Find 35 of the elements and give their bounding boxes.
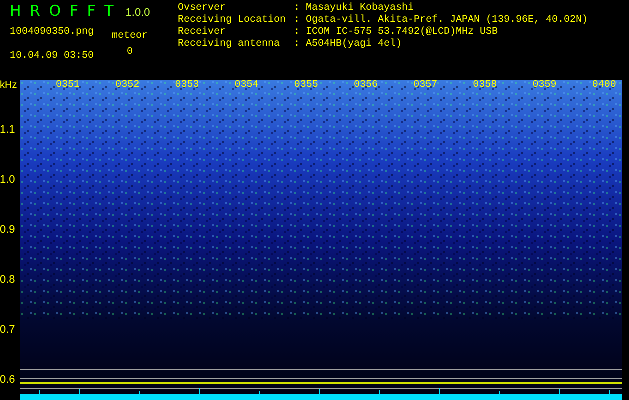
info-value: ICOM IC-575 53.7492(@LCD)MHz USB	[306, 27, 498, 38]
frequency-label: 0.9	[0, 223, 16, 237]
app-title: H R O F F T	[10, 2, 116, 20]
time-label: 0351	[56, 80, 82, 92]
time-label: 0356	[354, 80, 379, 92]
meteor-label: meteor	[112, 30, 148, 44]
frequency-label: 1.1	[0, 123, 16, 137]
colon-separator: :	[294, 15, 302, 27]
time-label: 0355	[294, 80, 320, 92]
time-label: 0353	[175, 80, 200, 92]
time-label: 0359	[532, 80, 558, 92]
info-label: Receiver	[178, 27, 228, 38]
filename: 1004090350.png	[10, 26, 96, 40]
time-label: 0357	[414, 80, 439, 92]
colon-separator: :	[294, 39, 302, 51]
time-label: 0400	[592, 80, 618, 92]
frequency-label: 0.6	[0, 373, 16, 387]
version-label: 1.0.0	[126, 6, 150, 21]
info-value: A504HB(yagi 4el)	[306, 39, 402, 51]
frequency-label: 0.8	[0, 273, 16, 287]
colon-separator: :	[294, 3, 302, 15]
meteor-count: 0	[126, 46, 133, 60]
time-label: 0358	[473, 80, 498, 92]
timestamp: 10.04.09 03:50	[10, 50, 96, 64]
time-label: 0352	[116, 80, 141, 92]
frequency-label: 1.0	[0, 173, 16, 187]
info-value: Masayuki Kobayashi	[306, 3, 414, 14]
info-label: Receiving Location	[178, 15, 288, 26]
info-label: Ovserver	[178, 3, 228, 14]
frequency-label: 0.7	[0, 323, 16, 337]
time-label: 0354	[234, 80, 260, 92]
info-label: Receiving antenna	[178, 39, 282, 51]
info-value: Ogata-vill. Akita-Pref. JAPAN (139.96E, 40.02N)	[306, 15, 588, 26]
colon-separator: :	[294, 27, 302, 39]
unit-label: kHz	[0, 80, 18, 92]
